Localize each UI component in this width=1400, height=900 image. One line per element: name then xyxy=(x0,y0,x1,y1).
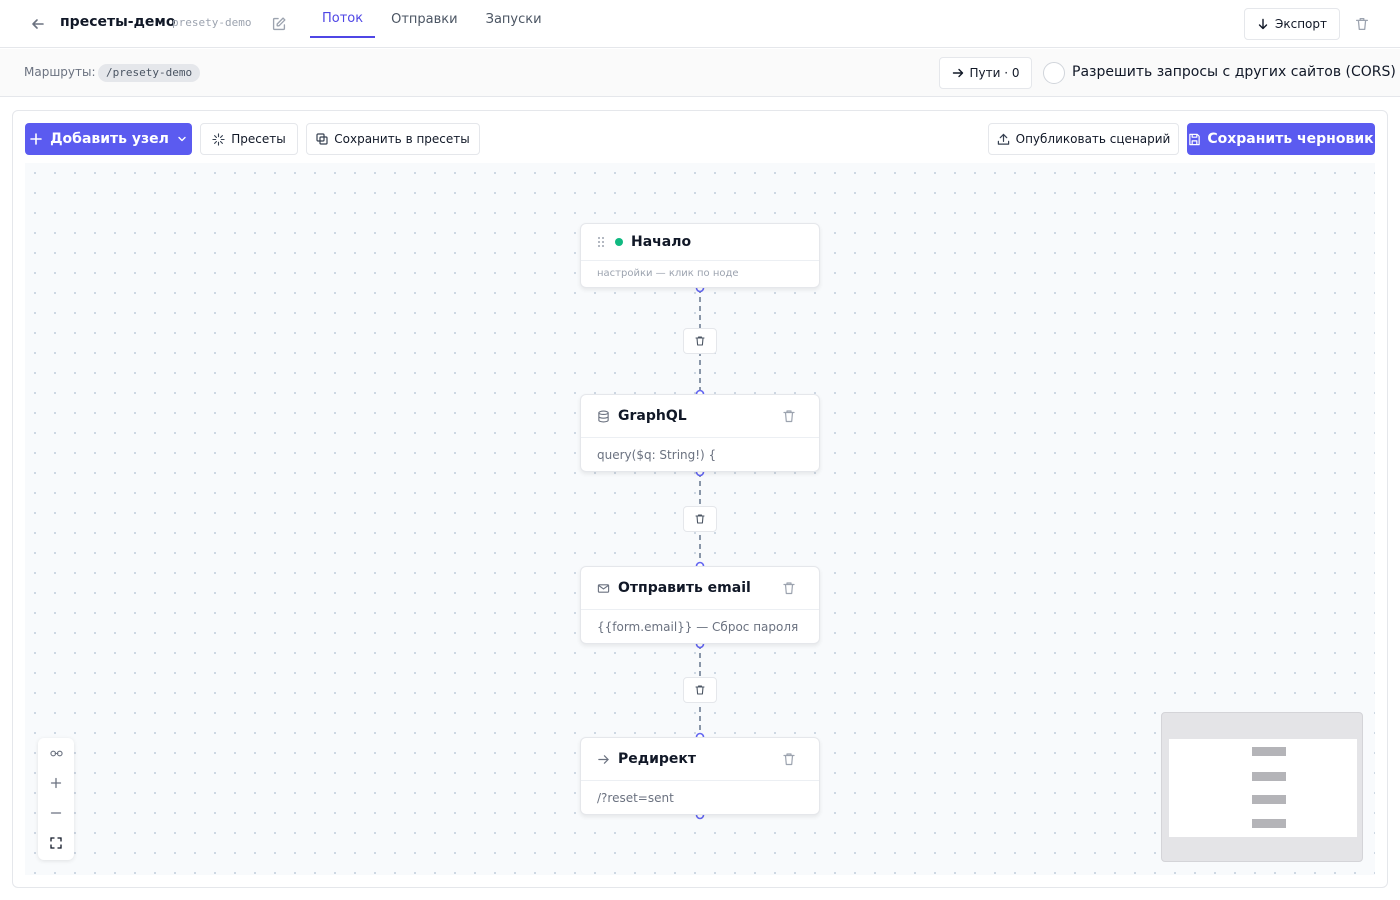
canvas-controls xyxy=(38,738,74,860)
node-graphql[interactable]: GraphQL query($q: String!) { xyxy=(580,394,820,472)
presets-label: Пресеты xyxy=(231,132,286,146)
database-icon xyxy=(598,410,609,422)
save-to-presets-button[interactable]: Сохранить в пресеты xyxy=(306,123,480,155)
add-node-label: Добавить узел xyxy=(50,131,169,147)
publish-label: Опубликовать сценарий xyxy=(1015,132,1171,146)
delete-node-icon[interactable] xyxy=(781,408,797,424)
copy-icon xyxy=(316,133,328,145)
drag-handle-icon[interactable] xyxy=(597,236,605,248)
edit-icon[interactable] xyxy=(270,15,288,33)
delete-edge-3-button[interactable] xyxy=(683,677,717,703)
paths-button[interactable]: Пути · 0 xyxy=(939,57,1032,89)
delete-node-icon[interactable] xyxy=(781,751,797,767)
mail-icon xyxy=(597,583,610,593)
node-header: Отправить email xyxy=(581,567,819,610)
tab-flow[interactable]: Поток xyxy=(310,0,376,38)
minimap-node xyxy=(1252,819,1286,828)
minimap-viewport[interactable] xyxy=(1169,739,1357,837)
chevron-down-icon xyxy=(178,136,186,142)
node-header: GraphQL xyxy=(581,395,819,438)
cors-checkbox[interactable] xyxy=(1043,62,1065,84)
fullscreen-icon xyxy=(50,837,62,849)
trash-icon xyxy=(695,336,705,346)
route-chip[interactable]: /presety-demo xyxy=(98,64,201,82)
minimap[interactable] xyxy=(1161,712,1363,862)
flow-slug: presety-demo xyxy=(172,16,252,29)
save-icon xyxy=(1189,133,1201,145)
export-button[interactable]: Экспорт xyxy=(1244,8,1340,40)
node-header: Начало xyxy=(581,224,819,261)
save-draft-label: Сохранить черновик xyxy=(1207,131,1374,147)
delete-flow-icon[interactable] xyxy=(1353,15,1371,33)
tab-runs[interactable]: Запуски xyxy=(474,0,554,38)
link-icon xyxy=(49,750,63,756)
back-arrow-icon[interactable] xyxy=(28,14,48,34)
save-to-presets-label: Сохранить в пресеты xyxy=(334,132,470,146)
arrow-right-icon xyxy=(952,68,963,78)
routes-label: Маршруты: xyxy=(24,65,96,79)
delete-edge-2-button[interactable] xyxy=(683,506,717,532)
zoom-in-button[interactable] xyxy=(38,768,74,798)
plus-icon xyxy=(50,777,62,789)
minimap-node xyxy=(1252,772,1286,781)
trash-icon xyxy=(695,685,705,695)
tab-submissions[interactable]: Отправки xyxy=(379,0,470,38)
node-start[interactable]: Начало настройки — клик по ноде xyxy=(580,223,820,288)
paths-label: Пути · 0 xyxy=(969,66,1020,80)
node-subtitle: настройки — клик по ноде xyxy=(597,268,739,279)
node-subtitle: {{form.email}} — Сброс пароля xyxy=(597,620,799,634)
sparkle-icon xyxy=(212,132,225,146)
add-node-button[interactable]: Добавить узел xyxy=(25,123,192,155)
node-subtitle: /?reset=sent xyxy=(597,791,674,805)
trash-icon xyxy=(695,514,705,524)
zoom-out-button[interactable] xyxy=(38,798,74,828)
routes-bar: Маршруты: /presety-demo Пути · 0 Разреши… xyxy=(0,49,1400,97)
node-title: Начало xyxy=(631,234,692,250)
save-draft-button[interactable]: Сохранить черновик xyxy=(1187,123,1375,155)
cors-label: Разрешить запросы с других сайтов (CORS) xyxy=(1072,64,1396,80)
delete-node-icon[interactable] xyxy=(781,580,797,596)
export-label: Экспорт xyxy=(1274,17,1328,31)
node-title: Редирект xyxy=(618,751,697,767)
minimap-node xyxy=(1252,747,1286,756)
node-redirect[interactable]: Редирект /?reset=sent xyxy=(580,737,820,815)
delete-edge-1-button[interactable] xyxy=(683,328,717,354)
arrow-down-icon xyxy=(1258,18,1268,30)
node-header: Редирект xyxy=(581,738,819,781)
top-bar: пресеты-демо presety-demo Поток Отправки… xyxy=(0,0,1400,48)
flow-title: пресеты-демо xyxy=(60,14,176,30)
node-title: GraphQL xyxy=(618,408,687,424)
plus-icon xyxy=(30,133,42,145)
node-subtitle: query($q: String!) { xyxy=(597,448,717,462)
minimap-node xyxy=(1252,795,1286,804)
minus-icon xyxy=(50,812,62,814)
publish-button[interactable]: Опубликовать сценарий xyxy=(988,123,1179,155)
fit-view-button[interactable] xyxy=(38,828,74,858)
view-tabs: Поток Отправки Запуски xyxy=(310,0,558,48)
arrow-right-icon xyxy=(598,754,609,764)
upload-icon xyxy=(997,133,1009,145)
link-button[interactable] xyxy=(38,738,74,768)
node-send-email[interactable]: Отправить email {{form.email}} — Сброс п… xyxy=(580,566,820,644)
presets-button[interactable]: Пресеты xyxy=(200,123,298,155)
node-title: Отправить email xyxy=(618,580,751,596)
status-dot-icon xyxy=(615,238,623,246)
